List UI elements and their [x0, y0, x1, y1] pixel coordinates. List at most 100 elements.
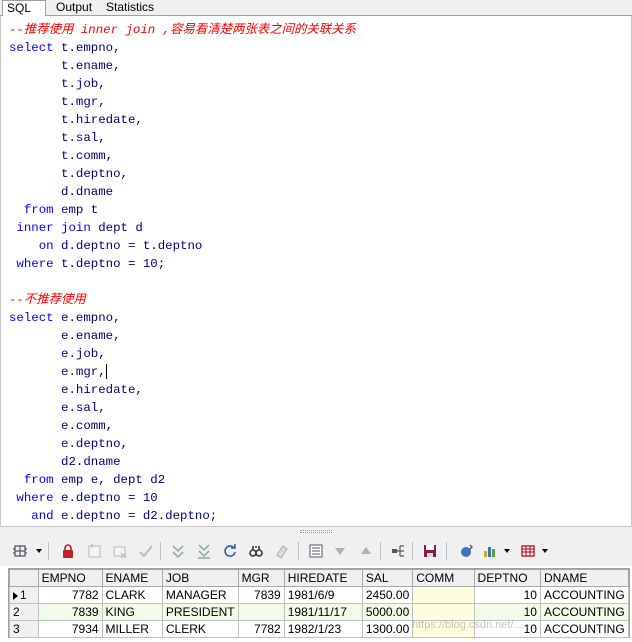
column-header-deptno[interactable]: DEPTNO: [473, 569, 541, 587]
column-header-mgr[interactable]: MGR: [237, 569, 285, 587]
code-line[interactable]: t.comm,: [9, 147, 113, 165]
cell-comm[interactable]: [412, 586, 475, 604]
row-number[interactable]: 1: [9, 586, 39, 604]
fetch-next-icon[interactable]: [168, 541, 188, 561]
code-line[interactable]: e.ename,: [9, 327, 121, 345]
cell-mgr[interactable]: 7782: [237, 620, 285, 638]
cell-deptno[interactable]: 10: [473, 603, 541, 621]
column-header-empno[interactable]: EMPNO: [37, 569, 103, 587]
column-header-sal[interactable]: SAL: [361, 569, 414, 587]
cell-sal[interactable]: 1300.00: [361, 620, 414, 638]
cell-ename[interactable]: CLARK: [101, 586, 163, 604]
cell-hiredate[interactable]: 1981/6/9: [283, 586, 363, 604]
code-line[interactable]: --不推荐使用: [9, 291, 86, 309]
cell-ename[interactable]: KING: [101, 603, 163, 621]
table-export-dropdown-icon[interactable]: [542, 549, 548, 553]
cell-sal[interactable]: 5000.00: [361, 603, 414, 621]
column-header-dname[interactable]: DNAME: [539, 569, 630, 587]
cell-empno[interactable]: 7934: [37, 620, 103, 638]
splitter[interactable]: [0, 526, 632, 536]
sql-editor[interactable]: --推荐使用 inner join ,容易看清楚两张表之间的关联关系 select…: [0, 16, 632, 526]
cell-empno[interactable]: 7839: [37, 603, 103, 621]
cell-dname[interactable]: ACCOUNTING: [539, 603, 630, 621]
code-line[interactable]: select e.empno,: [9, 309, 121, 327]
table-export-icon[interactable]: [518, 541, 538, 561]
sort-asc-icon[interactable]: [356, 541, 376, 561]
cell-job[interactable]: PRESIDENT: [161, 603, 239, 621]
code-line[interactable]: e.hiredate,: [9, 381, 143, 399]
code-line[interactable]: inner join dept d: [9, 219, 142, 237]
code-line[interactable]: t.mgr,: [9, 93, 106, 111]
column-header-hiredate[interactable]: HIREDATE: [283, 569, 363, 587]
cell-hiredate[interactable]: 1981/11/17: [283, 603, 363, 621]
result-grid[interactable]: EMPNO ENAME JOB MGR HIREDATE SAL COMM DE…: [8, 568, 630, 638]
sort-desc-icon[interactable]: [330, 541, 350, 561]
row-number[interactable]: 3: [9, 620, 39, 638]
cell-empno[interactable]: 7782: [37, 586, 103, 604]
post-changes-icon[interactable]: [136, 541, 156, 561]
row-number[interactable]: 2: [9, 603, 39, 621]
code-line[interactable]: where t.deptno = 10;: [9, 255, 165, 273]
code-line[interactable]: --推荐使用 inner join ,容易看清楚两张表之间的关联关系: [9, 21, 356, 39]
column-header-job[interactable]: JOB: [161, 569, 239, 587]
add-record-icon[interactable]: [84, 541, 104, 561]
code-line[interactable]: where e.deptno = 10: [9, 489, 157, 507]
code-line[interactable]: from emp t: [9, 201, 98, 219]
cell-deptno[interactable]: 10: [473, 586, 541, 604]
splitter-grip[interactable]: [300, 530, 332, 533]
column-header-ename[interactable]: ENAME: [101, 569, 163, 587]
lock-icon[interactable]: [58, 541, 78, 561]
row-indicator-header: [9, 569, 39, 587]
export-tree-icon[interactable]: [388, 541, 408, 561]
chart-dropdown-icon[interactable]: [504, 549, 510, 553]
code-line[interactable]: e.job,: [9, 345, 106, 363]
refresh-icon[interactable]: [220, 541, 240, 561]
save-icon[interactable]: [420, 541, 440, 561]
column-header-comm[interactable]: COMM: [412, 569, 475, 587]
sql-text: t.sal,: [9, 131, 106, 145]
code-line[interactable]: and e.deptno = d2.deptno;: [9, 507, 217, 525]
grid-menu-dropdown-icon[interactable]: [36, 549, 42, 553]
delete-record-icon[interactable]: [110, 541, 130, 561]
code-line[interactable]: t.sal,: [9, 129, 106, 147]
table-row[interactable]: 2 7839 KING PRESIDENT 1981/11/17 5000.00…: [9, 603, 630, 621]
code-line[interactable]: select t.empno,: [9, 39, 121, 57]
code-line[interactable]: t.hiredate,: [9, 111, 143, 129]
cell-job[interactable]: CLERK: [161, 620, 239, 638]
cell-ename[interactable]: MILLER: [101, 620, 163, 638]
table-row[interactable]: 1 7782 CLARK MANAGER 7839 1981/6/9 2450.…: [9, 586, 630, 604]
sql-text: d2.dname: [9, 455, 121, 469]
code-line[interactable]: from emp e, dept d2: [9, 471, 165, 489]
cell-hiredate[interactable]: 1982/1/23: [283, 620, 363, 638]
code-line[interactable]: t.ename,: [9, 57, 121, 75]
code-line[interactable]: e.comm,: [9, 417, 113, 435]
sql-text: t.ename,: [9, 59, 121, 73]
cell-job[interactable]: MANAGER: [161, 586, 239, 604]
clear-icon[interactable]: [272, 541, 292, 561]
cell-dname[interactable]: ACCOUNTING: [539, 586, 630, 604]
code-line[interactable]: t.job,: [9, 75, 106, 93]
sql-text: e.job,: [9, 347, 106, 361]
tab-statistics[interactable]: Statistics: [102, 0, 158, 16]
fetch-all-icon[interactable]: [194, 541, 214, 561]
code-line[interactable]: d.dname: [9, 183, 113, 201]
tab-output[interactable]: Output: [52, 0, 96, 16]
chart-icon[interactable]: [480, 541, 500, 561]
code-line[interactable]: on d.deptno = t.deptno: [9, 237, 203, 255]
code-line[interactable]: e.mgr,: [9, 363, 107, 381]
cell-dname[interactable]: ACCOUNTING: [539, 620, 630, 638]
single-record-view-icon[interactable]: [306, 541, 326, 561]
code-line[interactable]: e.sal,: [9, 399, 106, 417]
tab-sql[interactable]: SQL: [2, 0, 46, 17]
link-icon[interactable]: [456, 541, 476, 561]
query-by-example-icon[interactable]: [246, 541, 266, 561]
cell-mgr[interactable]: 7839: [237, 586, 285, 604]
table-row[interactable]: 3 7934 MILLER CLERK 7782 1982/1/23 1300.…: [9, 620, 630, 638]
code-line[interactable]: t.deptno,: [9, 165, 128, 183]
code-line[interactable]: e.deptno,: [9, 435, 128, 453]
cell-comm[interactable]: [412, 603, 475, 621]
grid-menu-icon[interactable]: [10, 541, 30, 561]
cell-mgr[interactable]: [237, 603, 285, 621]
cell-sal[interactable]: 2450.00: [361, 586, 414, 604]
code-line[interactable]: d2.dname: [9, 453, 121, 471]
